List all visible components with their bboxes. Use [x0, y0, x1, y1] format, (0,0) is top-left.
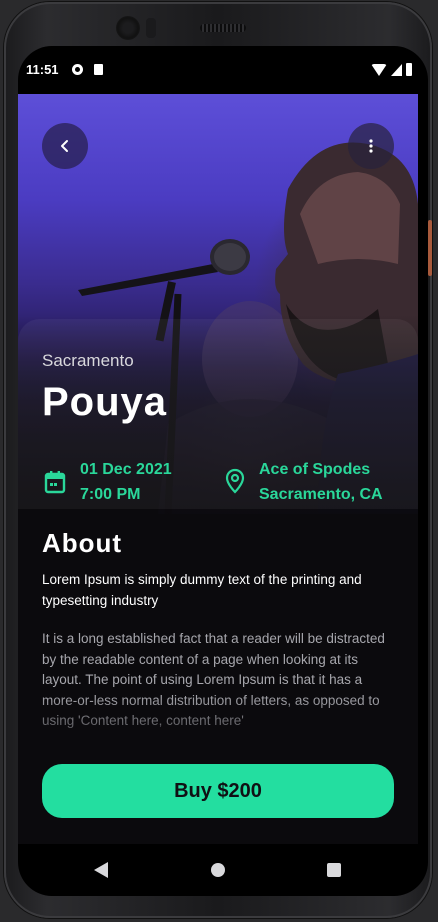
event-datetime: 01 Dec 2021 7:00 PM	[80, 457, 172, 507]
sd-card-icon	[94, 64, 103, 75]
event-time: 7:00 PM	[80, 486, 141, 503]
notification-app-icon	[72, 64, 83, 75]
wifi-icon	[371, 63, 387, 76]
more-vertical-icon	[369, 139, 373, 153]
proximity-sensor	[146, 18, 156, 38]
nav-back-icon[interactable]	[94, 862, 108, 878]
status-bar: 11:51	[18, 58, 418, 82]
event-location: Ace of Spodes Sacramento, CA	[259, 457, 383, 507]
power-button	[428, 220, 432, 276]
calendar-icon	[44, 471, 66, 494]
status-time: 11:51	[26, 62, 59, 77]
cell-signal-icon	[391, 63, 402, 76]
text-fade-overlay	[18, 694, 418, 764]
event-city: Sacramento	[42, 351, 134, 370]
nav-recents-icon[interactable]	[327, 863, 341, 877]
about-lead-text: Lorem Ipsum is simply dummy text of the …	[42, 572, 362, 608]
about-heading: About	[42, 528, 123, 558]
event-detail-screen: Sacramento Pouya 01 Dec 2021 7:00 PM Ace…	[18, 94, 418, 844]
venue-city: Sacramento, CA	[259, 486, 383, 503]
chevron-left-icon	[61, 140, 68, 152]
back-button[interactable]	[42, 123, 88, 169]
earpiece-speaker	[200, 24, 246, 32]
event-date: 01 Dec 2021	[80, 461, 172, 478]
buy-ticket-button[interactable]: Buy $200	[42, 764, 394, 818]
artist-name: Pouya	[42, 380, 168, 424]
venue-name: Ace of Spodes	[259, 461, 371, 478]
nav-home-icon[interactable]	[211, 863, 225, 877]
front-camera	[116, 16, 140, 40]
battery-icon	[406, 63, 412, 76]
system-nav-bar	[18, 846, 418, 894]
more-options-button[interactable]	[348, 123, 394, 169]
map-pin-icon	[225, 468, 245, 494]
